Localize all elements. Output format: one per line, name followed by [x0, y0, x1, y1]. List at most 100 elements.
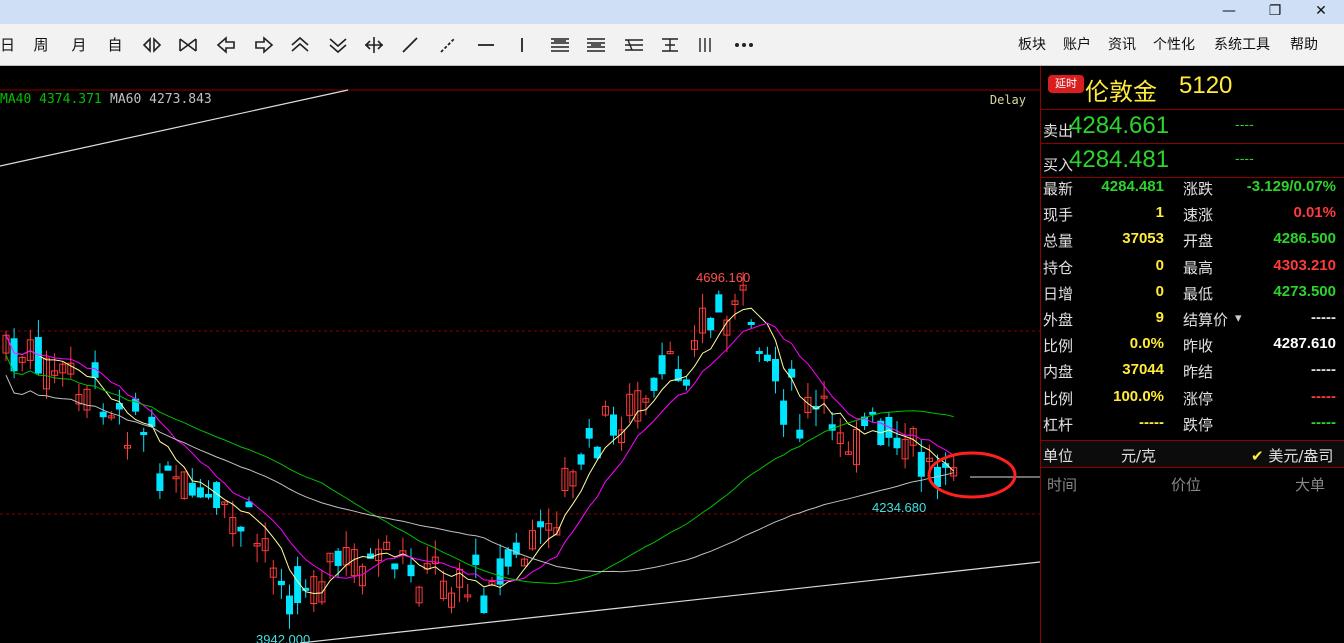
scroll-left-icon[interactable]	[214, 34, 238, 56]
kline-chart[interactable]: MA40 4374.371 MA60 4273.843 Delay 4696.1…	[0, 66, 1040, 643]
period-month-button[interactable]: 月	[68, 34, 90, 56]
sell-price: 4284.661	[1069, 112, 1170, 139]
kline-chart-canvas[interactable]	[0, 66, 1040, 643]
stat-label-right-7: 昨结	[1183, 363, 1214, 382]
vertical-line-icon[interactable]	[510, 34, 534, 56]
candle-body	[480, 595, 488, 614]
candle-body	[140, 432, 148, 436]
horizontal-line-icon[interactable]	[474, 34, 498, 56]
zoom-in-icon[interactable]	[140, 34, 164, 56]
candle-body	[577, 454, 585, 465]
candle-body	[156, 473, 164, 492]
minimize-button[interactable]: —	[1206, 0, 1252, 24]
stat-label-left-6: 比例	[1043, 337, 1074, 356]
highlight-circle	[927, 451, 1017, 499]
ma40-value: 4374.371	[39, 92, 102, 107]
ma40-label: MA40	[0, 92, 32, 107]
zoom-out-icon[interactable]	[176, 34, 200, 56]
crosshair-icon[interactable]	[362, 34, 386, 56]
close-button[interactable]: ✕	[1298, 0, 1344, 24]
stat-label-right-3: 最高	[1183, 258, 1214, 277]
sell-volume: ----	[1235, 118, 1254, 133]
period-custom-button[interactable]: 自	[104, 34, 126, 56]
dotted-line-icon[interactable]	[436, 34, 460, 56]
stat-label-right-9: 跌停	[1183, 415, 1214, 434]
stat-label-left-7: 内盘	[1043, 363, 1074, 382]
indicator-d-icon[interactable]	[658, 34, 682, 56]
candle-body	[504, 549, 512, 567]
stat-label-right-4: 最低	[1183, 284, 1214, 303]
indicator-c-icon[interactable]	[622, 34, 646, 56]
low-price-annotation: 4234.680	[872, 500, 927, 515]
sell-row[interactable]: 卖出 4284.661 ----	[1041, 110, 1344, 144]
stat-value-left-3: 0	[1155, 256, 1164, 274]
quote-panel: 延时 伦敦金 5120 卖出 4284.661 ---- 买入 4284.481…	[1040, 66, 1344, 643]
more-icon[interactable]	[732, 34, 756, 56]
candle-body	[747, 321, 755, 325]
indicator-a-icon[interactable]	[548, 34, 572, 56]
menu-help[interactable]: 帮助	[1290, 35, 1318, 55]
indicator-b-icon[interactable]	[584, 34, 608, 56]
candle-body	[10, 338, 18, 372]
ma40-legend: MA40 4374.371	[0, 92, 102, 107]
stat-value-right-9: -----	[1311, 413, 1336, 431]
unit-row: 单位 元/克 ✔ 美元/盎司	[1041, 440, 1344, 468]
candle-body	[682, 379, 690, 386]
unit-alt-option[interactable]: ✔ 美元/盎司	[1251, 445, 1333, 466]
candle-body	[407, 564, 415, 577]
candle-body	[772, 358, 779, 382]
high-price-annotation: 4696.160	[696, 270, 751, 285]
ma5-line	[5, 307, 955, 595]
stat-value-right-0: -3.129/0.07%	[1246, 178, 1336, 195]
menu-personalize[interactable]: 个性化	[1153, 35, 1195, 55]
expand-up-icon[interactable]	[288, 34, 312, 56]
stat-value-right-5: -----	[1311, 309, 1336, 326]
maximize-button[interactable]: ❐	[1252, 0, 1298, 24]
stat-value-left-1: 1	[1155, 204, 1164, 222]
stat-value-left-7: 37044	[1122, 361, 1164, 379]
tick-header-price: 价位	[1171, 476, 1202, 494]
tick-header-big-order: 大单	[1295, 476, 1326, 494]
candle-body	[277, 580, 285, 586]
candle-body	[205, 493, 212, 498]
candle-body	[893, 437, 901, 449]
stat-label-right-1: 速涨	[1183, 206, 1214, 225]
candle-body	[658, 355, 666, 375]
buy-row[interactable]: 买入 4284.481 ----	[1041, 144, 1344, 178]
period-week-button[interactable]: 周	[30, 34, 52, 56]
parallel-lines-icon[interactable]	[694, 34, 718, 56]
stat-value-right-1: 0.01%	[1293, 204, 1336, 222]
tick-header-time: 时间	[1047, 476, 1078, 494]
line-draw-icon[interactable]	[398, 34, 422, 56]
ma60-value: 4273.843	[149, 92, 212, 107]
candle-body	[188, 482, 196, 496]
menu-sector[interactable]: 板块	[1018, 35, 1046, 55]
stat-label-right-5[interactable]: 结算价	[1183, 309, 1228, 330]
ma60-label: MA60	[110, 92, 142, 107]
bottom-price-annotation: 3942.000	[256, 632, 311, 643]
candle-body	[780, 400, 788, 425]
candle-body	[585, 428, 593, 439]
stat-label-left-5: 外盘	[1043, 311, 1074, 329]
stat-label-left-3: 持仓	[1043, 258, 1074, 277]
chevron-down-icon[interactable]: ▾	[1235, 311, 1242, 326]
toolbar: 日 周 月 自 板块 账户 资讯 个性化 系统工具 帮助	[0, 24, 1344, 66]
stat-label-left-1: 现手	[1043, 206, 1074, 225]
unit-value[interactable]: 元/克	[1121, 445, 1156, 466]
scroll-right-icon[interactable]	[252, 34, 276, 56]
candle-body	[610, 414, 617, 436]
candle-body	[917, 451, 925, 477]
menu-system-tools[interactable]: 系统工具	[1214, 35, 1270, 55]
candle-body	[286, 595, 293, 615]
candle-body	[796, 429, 804, 439]
stat-value-right-4: 4273.500	[1273, 282, 1336, 300]
menu-news[interactable]: 资讯	[1108, 35, 1136, 55]
menu-account[interactable]: 账户	[1063, 35, 1091, 55]
stat-label-right-0: 涨跌	[1183, 180, 1214, 198]
stat-label-right-8: 涨停	[1183, 389, 1214, 408]
stat-value-left-4: 0	[1155, 282, 1164, 300]
stat-value-left-8: 100.0%	[1113, 387, 1164, 405]
ma60-legend: MA60 4273.843	[110, 92, 212, 107]
collapse-down-icon[interactable]	[326, 34, 350, 56]
period-day-button[interactable]: 日	[0, 34, 15, 56]
